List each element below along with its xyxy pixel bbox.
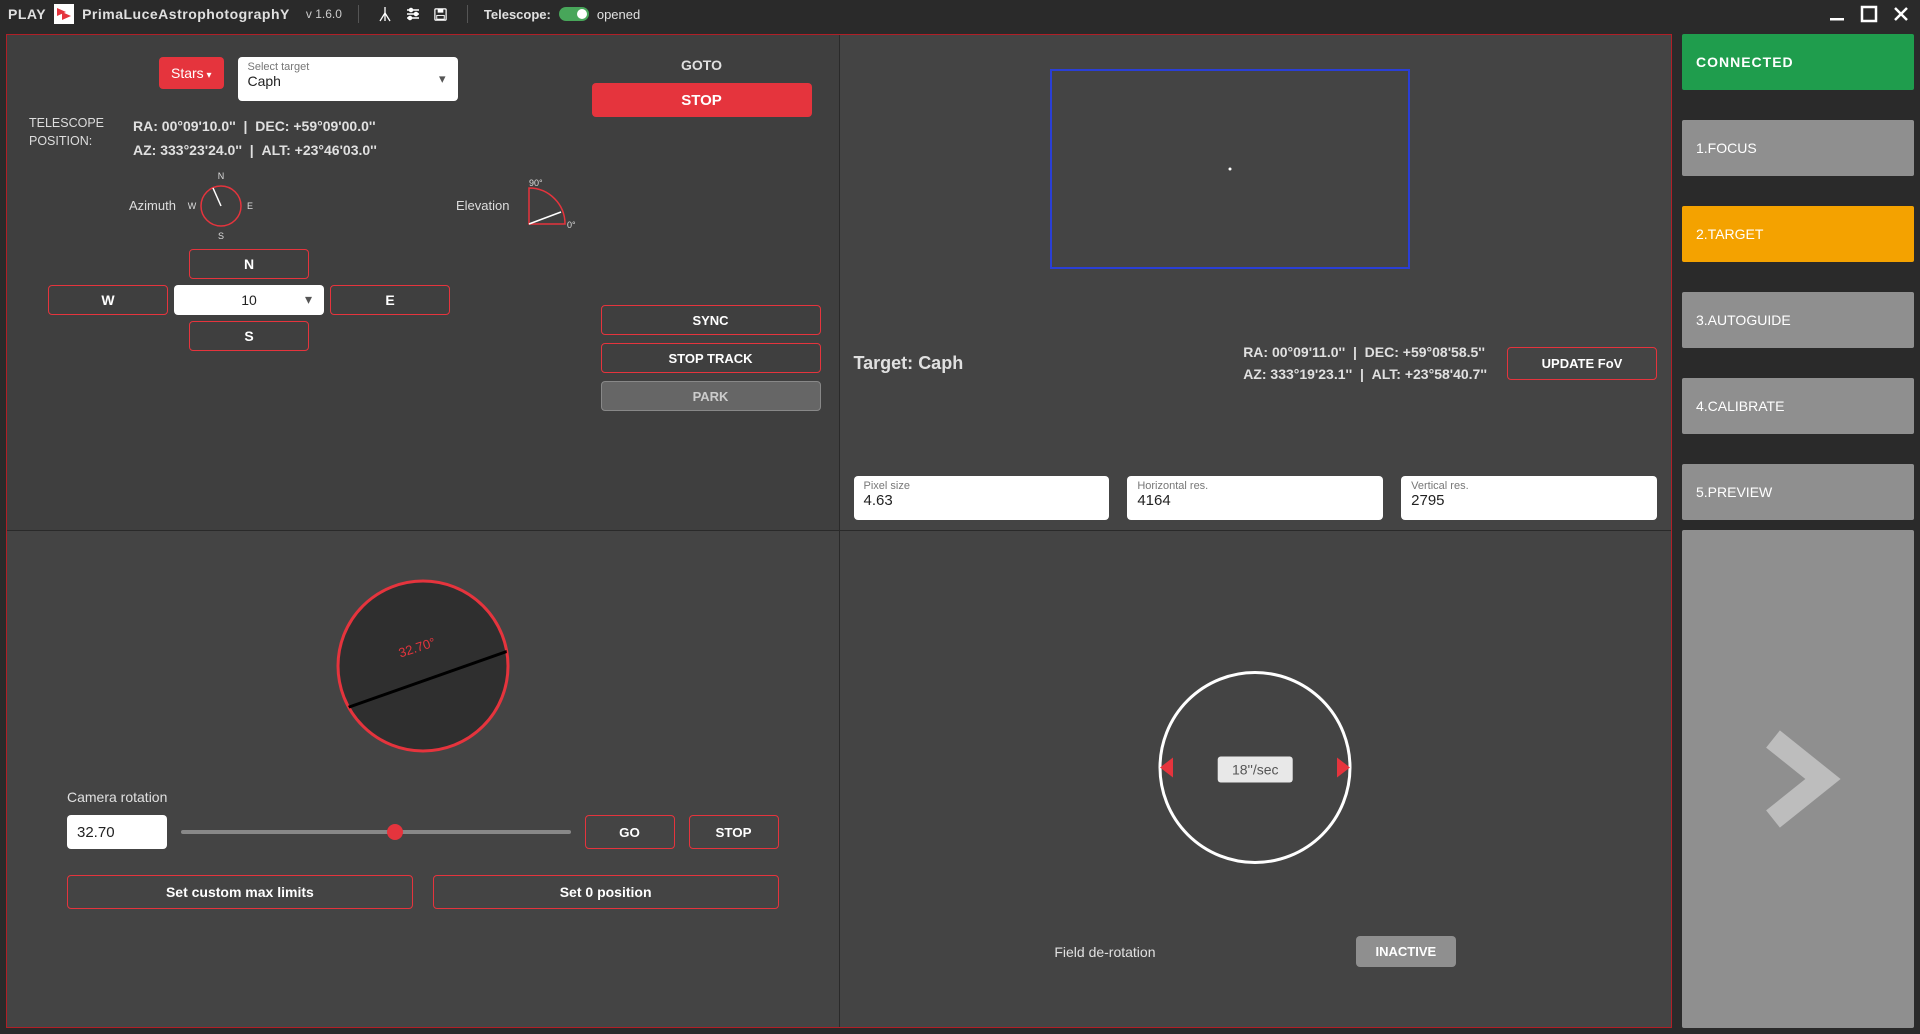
telescope-position-panel: Stars Select target Caph TELESCOPEPOSITI… [7, 35, 840, 531]
sidebar-next-button[interactable] [1682, 530, 1914, 1028]
select-target-label: Select target [248, 61, 448, 73]
titlebar: PLAY PrimaLuceAstrophotographY v 1.6.0 T… [0, 0, 1920, 28]
telescope-label: Telescope: [484, 7, 551, 22]
sidebar-item-focus[interactable]: 1.FOCUS [1682, 120, 1914, 176]
rotation-slider[interactable] [181, 822, 571, 842]
azimuth-gauge: Azimuth N S E W [129, 171, 256, 241]
sidebar-item-preview[interactable]: 5.PREVIEW [1682, 464, 1914, 520]
elev-0-label: 0° [567, 220, 576, 230]
camera-rotation-label: Camera rotation [67, 789, 779, 805]
connected-status[interactable]: CONNECTED [1682, 34, 1914, 90]
derotation-panel: 18''/sec Field de-rotation INACTIVE [840, 531, 1672, 1027]
telescope-coords: RA: 00°09'10.0'' | DEC: +59°09'00.0'' AZ… [133, 115, 377, 163]
pixel-size-input[interactable]: Pixel size 4.63 [854, 476, 1110, 520]
sync-button[interactable]: SYNC [601, 305, 821, 335]
target-coords: RA: 00°09'11.0'' | DEC: +59°08'58.5'' AZ… [1243, 341, 1487, 386]
main-panel: Stars Select target Caph TELESCOPEPOSITI… [6, 34, 1672, 1028]
elev-90-label: 90° [529, 178, 543, 188]
compass-e-label: E [247, 201, 253, 211]
sidebar-item-calibrate[interactable]: 4.CALIBRATE [1682, 378, 1914, 434]
fov-preview [1050, 69, 1410, 269]
save-icon[interactable] [431, 4, 451, 24]
camera-rotation-panel: 32.70° Camera rotation GO STOP Set custo… [7, 531, 840, 1027]
derotation-label: Field de-rotation [1054, 944, 1155, 960]
sliders-icon[interactable] [403, 4, 423, 24]
derotation-rate: 18''/sec [1218, 756, 1293, 782]
derot-left-arrow-icon [1160, 758, 1173, 778]
vres-input[interactable]: Vertical res. 2795 [1401, 476, 1657, 520]
select-target-dropdown[interactable]: Select target Caph [238, 57, 458, 101]
stop-track-button[interactable]: STOP TRACK [601, 343, 821, 373]
app-name: PrimaLuceAstrophotographY [82, 6, 290, 22]
dir-east-button[interactable]: E [330, 285, 450, 315]
dir-south-button[interactable]: S [189, 321, 309, 351]
derotation-dial: 18''/sec [1145, 658, 1365, 881]
goto-column: GOTO STOP [587, 57, 817, 117]
sidebar-item-target[interactable]: 2.TARGET [1682, 206, 1914, 262]
target-panel: Target: Caph RA: 00°09'11.0'' | DEC: +59… [840, 35, 1672, 531]
maximize-button[interactable] [1858, 3, 1880, 25]
compass-n-label: N [218, 171, 225, 181]
minimize-button[interactable] [1826, 3, 1848, 25]
close-button[interactable] [1890, 3, 1912, 25]
chevron-right-icon [1738, 719, 1858, 839]
derot-right-arrow-icon [1337, 758, 1350, 778]
rotation-slider-thumb[interactable] [387, 824, 403, 840]
compass-s-label: S [218, 231, 224, 241]
update-fov-button[interactable]: UPDATE FoV [1507, 347, 1657, 380]
rotation-dial: 32.70° [328, 571, 518, 761]
separator [358, 5, 359, 23]
stars-dropdown[interactable]: Stars [159, 57, 224, 89]
rotation-input[interactable] [67, 815, 167, 849]
goto-stop-button[interactable]: STOP [592, 83, 812, 117]
park-button[interactable]: PARK [601, 381, 821, 411]
goto-label: GOTO [587, 57, 817, 73]
app-logo-icon [54, 4, 74, 24]
app-play: PLAY [8, 6, 46, 22]
sidebar: CONNECTED 1.FOCUS 2.TARGET 3.AUTOGUIDE 4… [1678, 34, 1914, 1028]
rotation-stop-button[interactable]: STOP [689, 815, 779, 849]
target-name: Target: Caph [854, 353, 964, 374]
set-limits-button[interactable]: Set custom max limits [67, 875, 413, 909]
elevation-gauge: Elevation 90° 0° [456, 176, 581, 236]
select-target-value: Caph [248, 73, 448, 89]
dir-west-button[interactable]: W [48, 285, 168, 315]
tripod-icon[interactable] [375, 4, 395, 24]
separator [467, 5, 468, 23]
telescope-toggle[interactable] [559, 7, 589, 21]
telescope-status: opened [597, 7, 640, 22]
set-zero-button[interactable]: Set 0 position [433, 875, 779, 909]
rotation-go-button[interactable]: GO [585, 815, 675, 849]
fov-center-dot [1228, 168, 1231, 171]
app-version: v 1.6.0 [306, 7, 342, 21]
telescope-position-heading: TELESCOPEPOSITION: [29, 115, 119, 150]
dir-north-button[interactable]: N [189, 249, 309, 279]
sidebar-item-autoguide[interactable]: 3.AUTOGUIDE [1682, 292, 1914, 348]
dir-step-select[interactable]: 10 [174, 285, 324, 315]
hres-input[interactable]: Horizontal res. 4164 [1127, 476, 1383, 520]
compass-w-label: W [188, 201, 197, 211]
derotation-toggle-button[interactable]: INACTIVE [1356, 936, 1457, 967]
